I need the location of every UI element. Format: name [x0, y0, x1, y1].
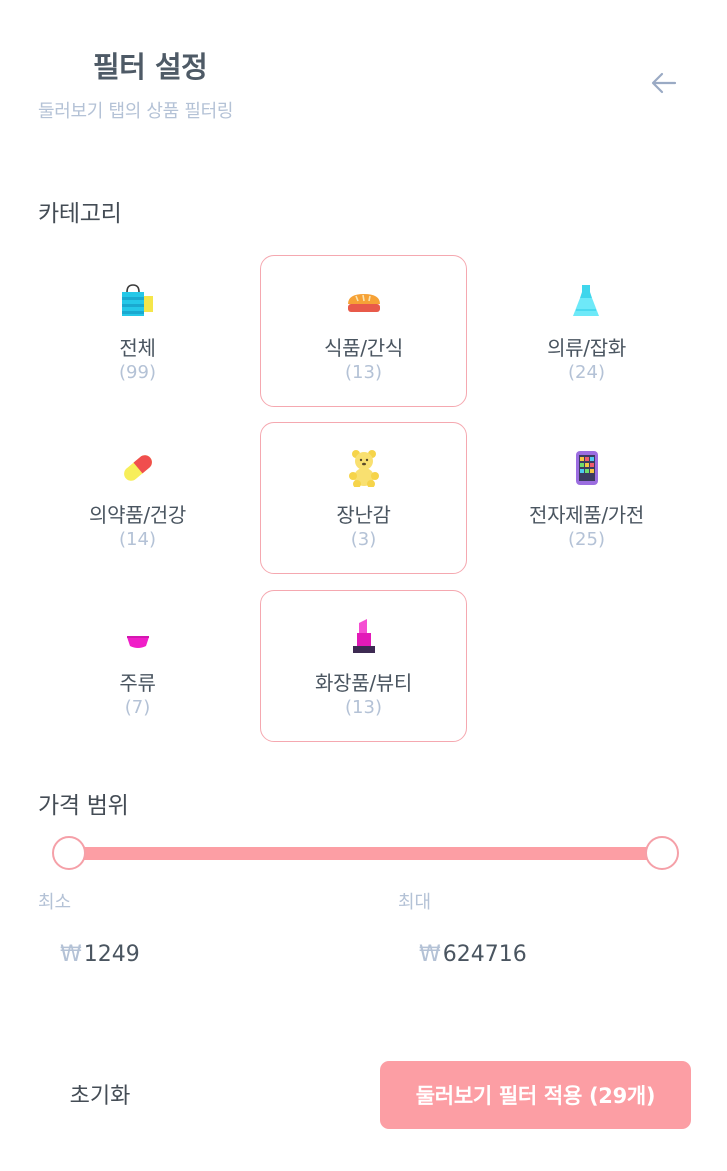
category-count: (3): [350, 529, 377, 550]
dress-icon: [484, 282, 689, 320]
smartphone-icon: [484, 449, 689, 487]
max-price-input[interactable]: ₩ 624716: [419, 942, 527, 967]
category-label: 의류/잡화: [547, 336, 626, 360]
min-price-input[interactable]: ₩ 1249: [60, 942, 140, 967]
category-count: (14): [119, 529, 156, 550]
category-card-medicine[interactable]: 의약품/건강 (14): [34, 422, 241, 574]
category-card-clothing[interactable]: 의류/잡화 (24): [483, 255, 690, 407]
reset-button[interactable]: 초기화: [60, 1064, 140, 1124]
bread-icon: [261, 282, 466, 320]
arrow-left-icon: [651, 72, 677, 94]
page-title: 필터 설정: [93, 50, 208, 84]
category-card-electronics[interactable]: 전자제품/가전 (25): [483, 422, 690, 574]
category-count: (13): [345, 697, 382, 718]
category-count: (13): [345, 362, 382, 383]
apply-filter-button[interactable]: 둘러보기 필터 적용 (29개): [380, 1061, 691, 1129]
category-card-beauty[interactable]: 화장품/뷰티 (13): [260, 590, 467, 742]
category-section-title: 카테고리: [38, 201, 122, 227]
price-range-slider[interactable]: [52, 836, 679, 870]
category-label: 의약품/건강: [89, 503, 186, 527]
currency-symbol: ₩: [60, 942, 82, 967]
category-card-food[interactable]: 식품/간식 (13): [260, 255, 467, 407]
shopping-bag-icon: [35, 282, 240, 320]
currency-symbol: ₩: [419, 942, 441, 967]
back-button[interactable]: [645, 64, 683, 102]
cocktail-glass-icon: [35, 617, 240, 655]
category-card-all[interactable]: 전체 (99): [34, 255, 241, 407]
slider-track[interactable]: [68, 847, 663, 860]
category-label: 전체: [119, 336, 156, 360]
pill-icon: [35, 449, 240, 487]
lipstick-icon: [261, 617, 466, 655]
category-label: 화장품/뷰티: [315, 671, 412, 695]
category-count: (7): [124, 697, 151, 718]
max-price-label: 최대: [398, 892, 432, 913]
category-card-liquor[interactable]: 주류 (7): [34, 590, 241, 742]
min-price-label: 최소: [38, 892, 72, 913]
max-price-value: 624716: [442, 942, 527, 967]
slider-max-thumb[interactable]: [645, 836, 679, 870]
category-count: (25): [568, 529, 605, 550]
category-label: 전자제품/가전: [528, 503, 645, 527]
category-count: (99): [119, 362, 156, 383]
teddy-bear-icon: [261, 449, 466, 487]
category-label: 주류: [119, 671, 156, 695]
category-card-toys[interactable]: 장난감 (3): [260, 422, 467, 574]
page-subtitle: 둘러보기 탭의 상품 필터링: [38, 101, 234, 122]
category-count: (24): [568, 362, 605, 383]
category-label: 식품/간식: [324, 336, 403, 360]
price-section-title: 가격 범위: [38, 793, 129, 819]
min-price-value: 1249: [83, 942, 140, 967]
slider-min-thumb[interactable]: [52, 836, 86, 870]
category-label: 장난감: [336, 503, 391, 527]
